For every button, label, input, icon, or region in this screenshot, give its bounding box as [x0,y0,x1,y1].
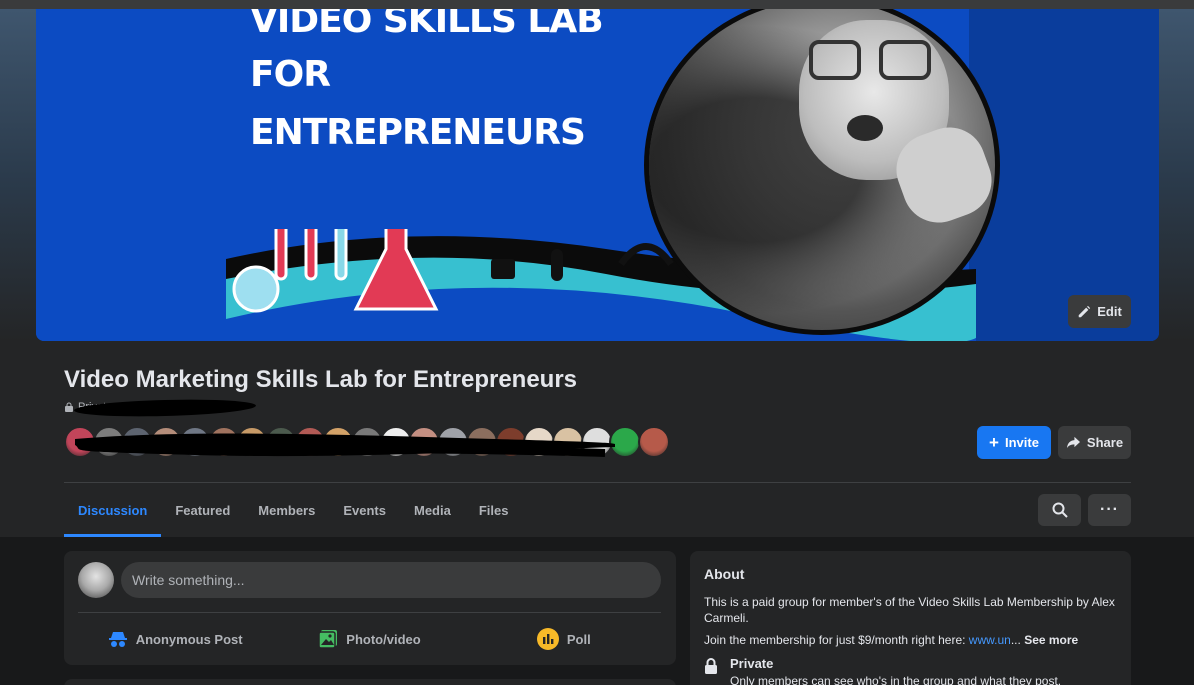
poll-icon [536,628,559,650]
invite-label: Invite [1004,435,1039,450]
join-ellipsis: ... [1010,633,1021,647]
composer-divider [78,612,661,613]
photo-video-button[interactable]: Photo/video [272,621,466,657]
more-options-button[interactable]: ··· [1088,494,1131,526]
cover-portrait [644,9,1000,335]
join-link[interactable]: www.un [969,633,1011,647]
tab-files[interactable]: Files [465,483,523,537]
group-title: Video Marketing Skills Lab for Entrepren… [64,366,578,393]
tab-media[interactable]: Media [400,483,465,537]
share-arrow-icon [1066,436,1080,449]
photo-video-label: Photo/video [346,631,421,647]
redaction-scribble [75,433,615,457]
cover-photo[interactable]: VIDEO SKILLS LAB FOR ENTREPRENEURS [36,9,1159,341]
about-description: This is a paid group for member's of the… [704,595,1115,625]
photo-icon [318,630,338,649]
more-dots-icon: ··· [1100,501,1119,518]
avatar[interactable] [78,562,114,598]
poll-button[interactable]: Poll [467,621,661,657]
private-description: Only members can see who's in the group … [730,674,1062,685]
lock-icon [65,402,73,412]
edit-cover-button[interactable]: Edit [1068,295,1131,328]
cover-title-line-1: VIDEO SKILLS LAB [250,9,604,41]
group-tabs: Discussion Featured Members Events Media… [64,483,522,537]
edit-label: Edit [1097,304,1122,319]
share-button[interactable]: Share [1058,426,1131,459]
cover-title-line-3: ENTREPRENEURS [250,112,586,153]
write-something-input[interactable]: Write something... [121,562,661,598]
tab-events[interactable]: Events [329,483,400,537]
incognito-icon [108,632,127,647]
plus-icon: + [989,433,999,452]
share-label: Share [1086,435,1124,450]
anonymous-post-label: Anonymous Post [135,631,243,647]
about-heading: About [704,566,745,582]
see-more-link[interactable]: See more [1024,633,1078,647]
poll-label: Poll [566,631,591,647]
composer-actions: Anonymous Post Photo/video Poll [78,621,661,657]
cover-title-line-2: FOR [250,54,331,95]
join-text: Join the membership for just $9/month ri… [704,633,969,647]
tab-featured[interactable]: Featured [161,483,244,537]
invite-button[interactable]: + Invite [977,426,1051,459]
post-composer: Write something... Anonymous Post Photo/… [64,551,676,665]
group-search-button[interactable] [1038,494,1081,526]
lock-icon [705,658,717,674]
about-join-text: Join the membership for just $9/month ri… [704,633,1078,647]
anonymous-post-button[interactable]: Anonymous Post [78,621,272,657]
private-title: Private [730,656,774,671]
search-icon [1052,502,1068,518]
browser-top-strip [0,0,1194,9]
tab-members[interactable]: Members [244,483,329,537]
next-post-card [64,679,676,685]
pencil-icon [1078,305,1091,317]
about-card: About This is a paid group for member's … [690,551,1131,685]
member-avatar[interactable] [638,426,671,458]
about-privacy: Private Only members can see who's in th… [704,656,1061,685]
tab-discussion[interactable]: Discussion [64,483,162,537]
